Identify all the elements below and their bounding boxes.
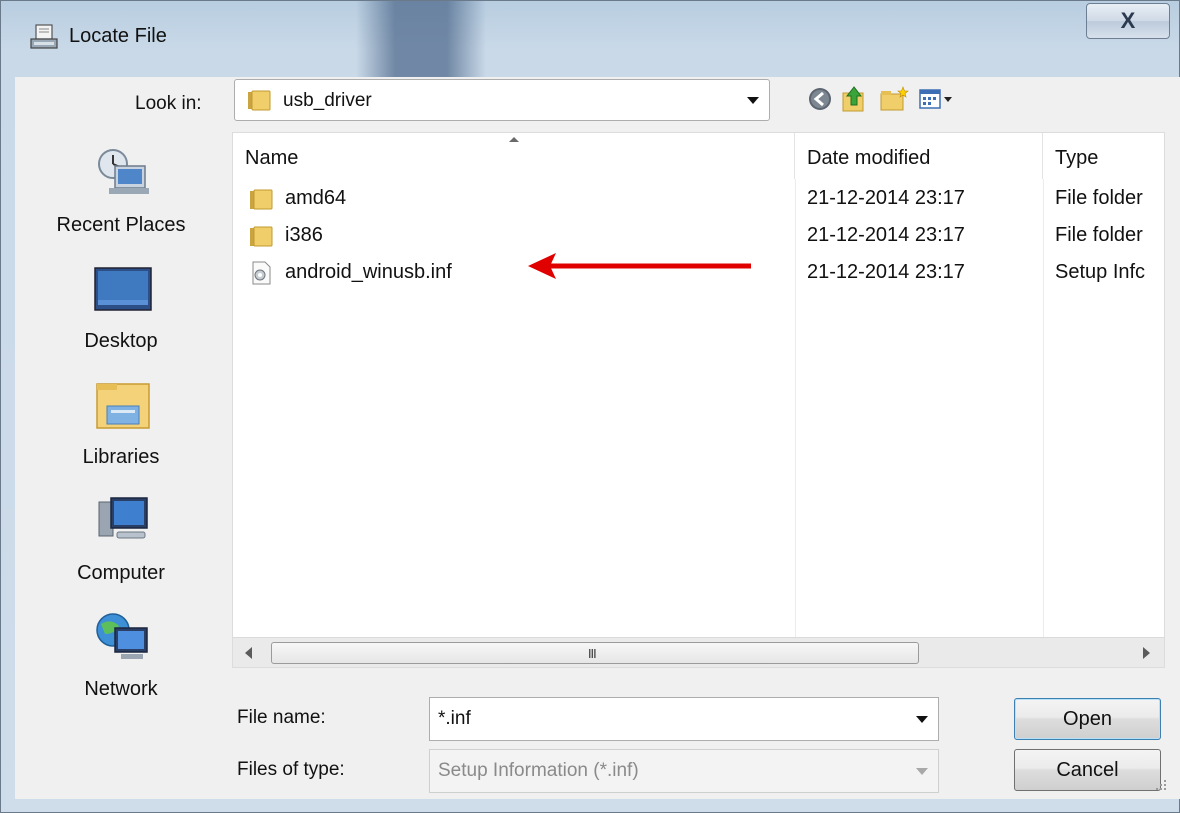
file-name-value: *.inf [438,708,471,729]
file-name: android_winusb.inf [285,261,452,283]
cancel-button[interactable]: Cancel [1014,749,1161,791]
scroll-left-icon[interactable] [245,647,252,659]
file-name: i386 [285,224,323,246]
desktop-icon [94,267,152,311]
file-type-label: Files of type: [237,759,345,780]
file-name-input[interactable]: *.inf [429,697,939,741]
recent-places-icon [98,149,149,194]
chevron-down-icon[interactable] [916,768,928,775]
up-folder-icon[interactable] [837,83,871,115]
place-label: Libraries [82,446,160,468]
place-label: Network [84,678,158,700]
file-type: File folder [1055,224,1143,246]
sort-ascending-icon [509,137,519,142]
chevron-down-icon[interactable] [747,97,759,104]
column-header-type[interactable]: Type [1043,133,1164,179]
place-label: Recent Places [56,214,186,236]
file-name-label: File name: [237,707,326,728]
scroll-right-icon[interactable] [1143,647,1150,659]
folder-icon [250,226,273,247]
close-button[interactable]: X [1086,3,1170,39]
setup-file-icon [252,261,271,285]
places-bar: Recent Places Desktop Libraries Computer… [15,132,227,707]
file-type-value: Setup Information (*.inf) [438,760,639,781]
look-in-value: usb_driver [283,90,372,111]
window-title: Locate File [69,25,167,47]
file-date: 21-12-2014 23:17 [807,261,965,283]
annotation-arrow-icon [528,253,751,279]
list-header: Name Date modified Type [233,133,1164,179]
chevron-down-icon[interactable] [916,716,928,723]
file-type: File folder [1055,187,1143,209]
folder-icon [250,189,273,210]
new-folder-icon[interactable] [877,83,911,115]
column-header-date-modified[interactable]: Date modified [795,133,1043,179]
list-item[interactable]: amd64 21-12-2014 23:17 File folder [233,181,1164,217]
file-name: amd64 [285,187,347,209]
network-icon [96,613,148,659]
look-in-dropdown[interactable]: usb_driver [234,79,770,121]
libraries-icon [96,383,150,429]
title-bar-glass [356,1,486,77]
horizontal-scrollbar[interactable]: III [233,637,1164,667]
place-label: Desktop [84,330,158,352]
place-label: Computer [77,562,165,584]
look-in-label: Look in: [135,93,202,114]
file-date: 21-12-2014 23:17 [807,187,965,209]
file-type-dropdown[interactable]: Setup Information (*.inf) [429,749,939,793]
file-list-view[interactable]: Name Date modified Type amd64 21-12-2014… [232,132,1165,668]
file-search-icon [30,24,58,49]
scroll-grip: III [588,647,597,661]
computer-icon [98,497,148,539]
column-header-name[interactable]: Name [233,133,795,179]
dialog-window: Locate File X Look in: usb_driver Recent… [0,0,1180,813]
view-menu-icon[interactable] [917,83,967,115]
resize-grip-icon[interactable] [1153,777,1167,791]
title-bar[interactable]: Locate File X [1,1,1180,77]
scroll-thumb[interactable]: III [271,642,919,664]
folder-icon [248,90,271,111]
back-arrow-icon[interactable] [803,83,837,115]
file-type: Setup Infc [1055,261,1146,283]
open-button[interactable]: Open [1014,698,1161,740]
file-date: 21-12-2014 23:17 [807,224,965,246]
